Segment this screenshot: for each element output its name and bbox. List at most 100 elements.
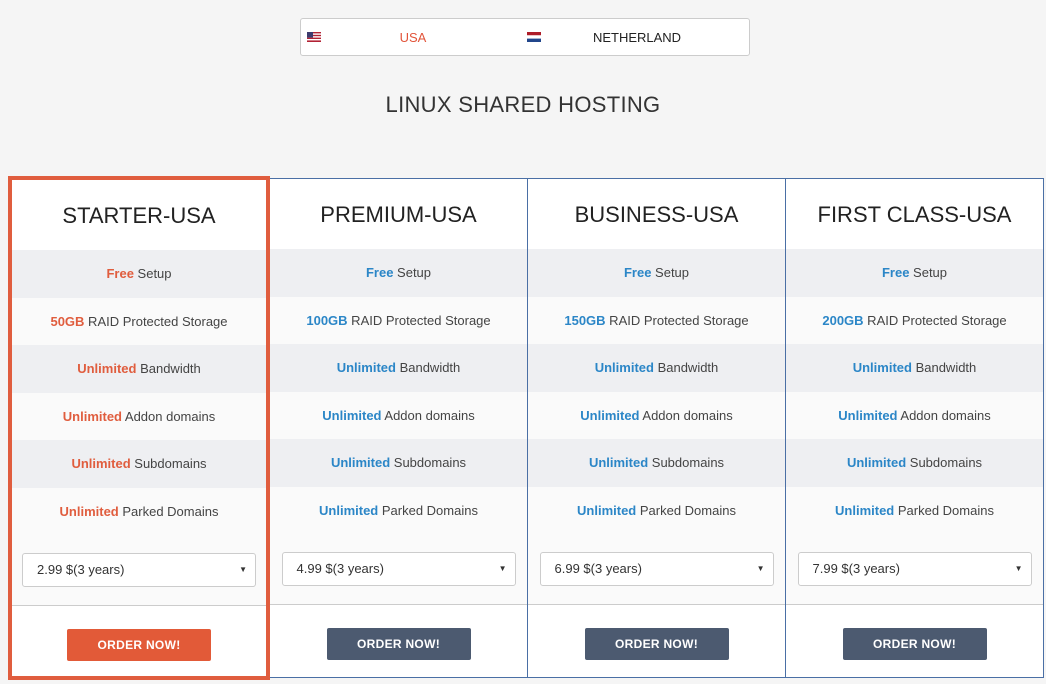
feature-parked-domains: Unlimited Parked Domains xyxy=(12,487,266,535)
feature-highlight: Unlimited xyxy=(77,361,137,376)
feature-text: Setup xyxy=(133,266,172,281)
tab-netherland-label: NETHERLAND xyxy=(592,29,682,45)
feature-addon-domains: Unlimited Addon domains xyxy=(786,391,1043,439)
feature-highlight: Free xyxy=(881,265,910,280)
feature-parked-domains: Unlimited Parked Domains xyxy=(270,486,527,534)
feature-highlight: 150GB xyxy=(564,312,606,328)
feature-text: Addon domains xyxy=(381,407,475,423)
plans: STARTER-USA Free Setup 50GB RAID Protect… xyxy=(8,176,1044,683)
feature-list: Free Setup 200GB RAID Protected Storage … xyxy=(786,249,1043,534)
order-row: ORDER NOW! xyxy=(528,604,785,683)
feature-highlight: 100GB xyxy=(306,312,348,328)
feature-bandwidth: Unlimited Bandwidth xyxy=(528,344,785,392)
feature-highlight: Unlimited xyxy=(594,360,654,375)
tab-netherland[interactable]: NETHERLAND xyxy=(525,19,749,55)
price-row: 4.99 $(3 years) ▼ xyxy=(270,534,527,604)
feature-storage: 100GB RAID Protected Storage xyxy=(270,296,527,344)
feature-highlight: Unlimited xyxy=(588,455,649,470)
feature-storage: 150GB RAID Protected Storage xyxy=(528,296,785,344)
plan-card-first-class: FIRST CLASS-USA Free Setup 200GB RAID Pr… xyxy=(786,178,1044,678)
price-select[interactable]: 4.99 $(3 years) ▼ xyxy=(281,552,516,586)
feature-bandwidth: Unlimited Bandwidth xyxy=(270,344,527,392)
feature-bandwidth: Unlimited Bandwidth xyxy=(12,345,266,393)
price-select-value: 2.99 $(3 years) xyxy=(37,562,125,577)
feature-highlight: Free xyxy=(106,266,134,281)
feature-text: RAID Protected Storage xyxy=(347,312,491,328)
feature-list: Free Setup 150GB RAID Protected Storage … xyxy=(528,249,785,534)
chevron-down-icon: ▼ xyxy=(756,564,765,573)
feature-highlight: Unlimited xyxy=(59,503,119,519)
plan-name: FIRST CLASS-USA xyxy=(817,202,1012,227)
feature-highlight: 200GB xyxy=(822,312,864,328)
feature-setup: Free Setup xyxy=(270,249,527,297)
feature-highlight: Free xyxy=(623,265,652,280)
price-select[interactable]: 7.99 $(3 years) ▼ xyxy=(797,552,1032,586)
feature-subdomains: Unlimited Subdomains xyxy=(270,439,527,487)
order-now-button[interactable]: ORDER NOW! xyxy=(326,628,471,660)
feature-highlight: Unlimited xyxy=(319,502,379,518)
feature-list: Free Setup 50GB RAID Protected Storage U… xyxy=(12,250,266,535)
feature-list: Free Setup 100GB RAID Protected Storage … xyxy=(270,249,527,534)
plan-card-starter: STARTER-USA Free Setup 50GB RAID Protect… xyxy=(8,176,270,680)
feature-text: Bandwidth xyxy=(136,361,201,376)
feature-highlight: Free xyxy=(365,265,394,280)
feature-highlight: Unlimited xyxy=(322,407,382,423)
price-row: 2.99 $(3 years) ▼ xyxy=(12,535,266,605)
order-row: ORDER NOW! xyxy=(12,605,266,684)
feature-addon-domains: Unlimited Addon domains xyxy=(12,392,266,440)
order-now-button[interactable]: ORDER NOW! xyxy=(67,629,211,661)
plan-card-premium: PREMIUM-USA Free Setup 100GB RAID Protec… xyxy=(270,178,528,678)
order-row: ORDER NOW! xyxy=(786,604,1043,683)
feature-highlight: Unlimited xyxy=(835,502,895,518)
feature-text: Parked Domains xyxy=(118,503,219,519)
price-select-value: 6.99 $(3 years) xyxy=(554,561,642,576)
price-select[interactable]: 2.99 $(3 years) ▼ xyxy=(22,553,256,587)
feature-text: RAID Protected Storage xyxy=(84,313,228,329)
feature-setup: Free Setup xyxy=(786,249,1043,297)
feature-storage: 50GB RAID Protected Storage xyxy=(12,297,266,345)
feature-addon-domains: Unlimited Addon domains xyxy=(270,391,527,439)
feature-text: Setup xyxy=(651,265,690,280)
feature-subdomains: Unlimited Subdomains xyxy=(12,440,266,488)
feature-highlight: Unlimited xyxy=(330,455,391,470)
feature-highlight: Unlimited xyxy=(62,408,122,424)
plan-name: PREMIUM-USA xyxy=(320,202,477,227)
page-title: LINUX SHARED HOSTING xyxy=(385,92,661,117)
us-flag-icon xyxy=(307,32,321,42)
feature-highlight: Unlimited xyxy=(580,407,640,423)
feature-text: Subdomains xyxy=(130,456,207,471)
price-select[interactable]: 6.99 $(3 years) ▼ xyxy=(539,552,774,586)
feature-setup: Free Setup xyxy=(528,249,785,297)
feature-bandwidth: Unlimited Bandwidth xyxy=(786,344,1043,392)
order-now-button[interactable]: ORDER NOW! xyxy=(584,628,729,660)
feature-parked-domains: Unlimited Parked Domains xyxy=(528,486,785,534)
feature-text: Addon domains xyxy=(897,407,991,423)
feature-text: Bandwidth xyxy=(911,360,977,375)
price-select-value: 4.99 $(3 years) xyxy=(296,561,384,576)
feature-setup: Free Setup xyxy=(12,250,266,298)
price-row: 7.99 $(3 years) ▼ xyxy=(786,534,1043,604)
feature-text: RAID Protected Storage xyxy=(863,312,1007,328)
plan-name: STARTER-USA xyxy=(62,203,216,228)
country-tabs: USA NETHERLAND xyxy=(300,18,750,56)
feature-text: Parked Domains xyxy=(894,502,994,518)
feature-highlight: Unlimited xyxy=(852,360,912,375)
feature-text: RAID Protected Storage xyxy=(605,312,749,328)
feature-highlight: 50GB xyxy=(50,313,85,329)
tab-usa-label: USA xyxy=(399,29,427,45)
price-row: 6.99 $(3 years) ▼ xyxy=(528,534,785,604)
feature-text: Subdomains xyxy=(390,455,467,470)
feature-parked-domains: Unlimited Parked Domains xyxy=(786,486,1043,534)
feature-text: Subdomains xyxy=(906,455,983,470)
feature-text: Parked Domains xyxy=(636,502,736,518)
feature-text: Addon domains xyxy=(639,407,733,423)
feature-highlight: Unlimited xyxy=(846,455,907,470)
feature-text: Bandwidth xyxy=(395,360,461,375)
feature-highlight: Unlimited xyxy=(577,502,637,518)
feature-text: Parked Domains xyxy=(378,502,478,518)
order-now-button[interactable]: ORDER NOW! xyxy=(842,628,987,660)
feature-storage: 200GB RAID Protected Storage xyxy=(786,296,1043,344)
feature-text: Setup xyxy=(393,265,432,280)
tab-usa[interactable]: USA xyxy=(301,19,525,55)
feature-text: Bandwidth xyxy=(653,360,719,375)
